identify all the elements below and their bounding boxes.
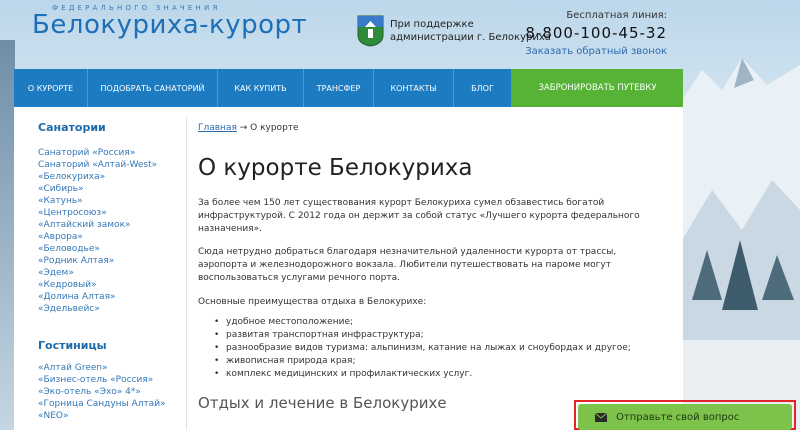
sidebar-link[interactable]: «Катунь» [38, 195, 188, 207]
site-header: ФЕДЕРАЛЬНОГО ЗНАЧЕНИЯ Белокуриха-курорт … [0, 0, 800, 68]
main-nav: О КУРОРТЕ ПОДОБРАТЬ САНАТОРИЙ КАК КУПИТЬ… [14, 69, 683, 107]
phone-caption: Бесплатная линия: [566, 10, 667, 21]
sidebar-link[interactable]: «Алтай Green» [38, 362, 188, 374]
nav-item-blog[interactable]: БЛОГ [454, 69, 512, 107]
sidebar-link[interactable]: «Бизнес-отель «Россия» [38, 374, 188, 386]
nav-item-about[interactable]: О КУРОРТЕ [14, 69, 88, 107]
advantages-list: удобное местоположение; развитая транспо… [214, 316, 668, 381]
article-paragraph: Сюда нетрудно добраться благодаря незнач… [198, 247, 617, 283]
nav-item-contacts[interactable]: КОНТАКТЫ [374, 69, 454, 107]
sidebar-heading-sanatoriums: Санатории [38, 121, 106, 134]
main-article: Главная → О курорте О курорте Белокуриха… [198, 123, 668, 412]
page-title: О курорте Белокуриха [198, 155, 473, 181]
background-left-strip [0, 40, 15, 430]
sidebar-link[interactable]: «Эко-отель «Эхо» 4*» [38, 386, 188, 398]
hotel-list: «Алтай Green» «Бизнес-отель «Россия» «Эк… [38, 362, 188, 422]
content-panel: Санатории Санаторий «Россия» Санаторий «… [14, 107, 683, 430]
mountain-illustration [682, 58, 800, 430]
list-item: удобное местоположение; [214, 316, 668, 329]
sidebar-link[interactable]: «Эдельвейс» [38, 303, 188, 315]
send-question-label: Отправьте свой вопрос [616, 411, 740, 423]
sidebar-link[interactable]: «Горница Сандуны Алтай» [38, 398, 188, 410]
phone-block: Бесплатная линия: 8-800-100-45-32 Заказа… [525, 10, 667, 57]
sidebar-link[interactable]: «Родник Алтая» [38, 255, 188, 267]
nav-item-how-to-buy[interactable]: КАК КУПИТЬ [218, 69, 304, 107]
article-paragraph: Основные преимущества отдыха в Белокурих… [198, 297, 427, 307]
breadcrumb: Главная → О курорте [198, 123, 668, 133]
nav-item-choose-sanatorium[interactable]: ПОДОБРАТЬ САНАТОРИЙ [88, 69, 218, 107]
phone-number[interactable]: 8-800-100-45-32 [525, 24, 667, 42]
breadcrumb-home-link[interactable]: Главная [198, 123, 237, 133]
logo-title: Белокуриха-курорт [32, 10, 308, 40]
sidebar-link[interactable]: «Алтайский замок» [38, 219, 188, 231]
list-item: живописная природа края; [214, 355, 668, 368]
sidebar-link[interactable]: «Кедровый» [38, 279, 188, 291]
sidebar-link[interactable]: Санаторий «Россия» [38, 147, 188, 159]
site-logo[interactable]: ФЕДЕРАЛЬНОГО ЗНАЧЕНИЯ Белокуриха-курорт [32, 4, 307, 40]
list-item: комплекс медицинских и профилактических … [214, 368, 668, 381]
breadcrumb-separator: → [236, 123, 251, 133]
sidebar-link[interactable]: «Сибирь» [38, 183, 188, 195]
sidebar-link[interactable]: Санаторий «Алтай-West» [38, 159, 188, 171]
callback-link[interactable]: Заказать обратный звонок [525, 46, 667, 57]
sidebar-link[interactable]: «Беловодье» [38, 243, 188, 255]
book-trip-button[interactable]: ЗАБРОНИРОВАТЬ ПУТЕВКУ [512, 69, 683, 107]
breadcrumb-current: О курорте [250, 123, 299, 133]
sidebar-link[interactable]: «Центросоюз» [38, 207, 188, 219]
sidebar-link[interactable]: «NEO» [38, 410, 188, 422]
article-paragraph: За более чем 150 лет существования курор… [198, 198, 640, 234]
sidebar-link[interactable]: «Белокуриха» [38, 171, 188, 183]
sidebar-link[interactable]: «Эдем» [38, 267, 188, 279]
list-item: разнообразие видов туризма: альпинизм, к… [214, 342, 668, 355]
nav-item-transfer[interactable]: ТРАНСФЕР [304, 69, 374, 107]
list-item: развитая транспортная инфраструктура; [214, 329, 668, 342]
sidebar: Санатории Санаторий «Россия» Санаторий «… [38, 121, 188, 422]
sidebar-link[interactable]: «Аврора» [38, 231, 188, 243]
sidebar-divider [186, 117, 187, 430]
send-question-button[interactable]: Отправьте свой вопрос [578, 404, 792, 430]
sanatorium-list: Санаторий «Россия» Санаторий «Алтай-West… [38, 147, 188, 315]
sidebar-heading-hotels: Гостиницы [38, 339, 107, 352]
sidebar-link[interactable]: «Долина Алтая» [38, 291, 188, 303]
envelope-icon [595, 412, 607, 422]
city-emblem-icon [357, 15, 384, 47]
